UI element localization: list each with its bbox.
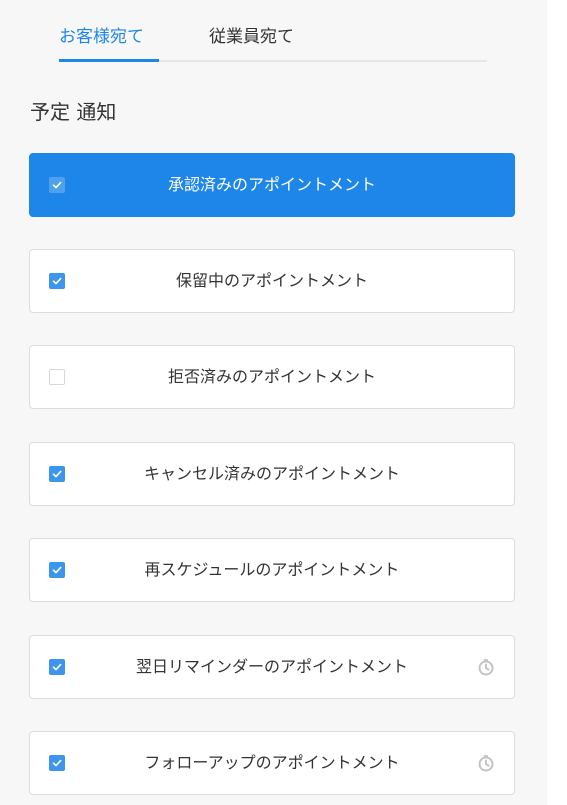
cancelled-checkbox[interactable] (49, 466, 65, 482)
cancelled-label: キャンセル済みのアポイントメント (143, 464, 400, 483)
tab-customers-label: お客様宛て (59, 27, 144, 47)
section-title: 予定 通知 (30, 100, 117, 124)
notification-item-rescheduled[interactable]: 再スケジュールのアポイントメント (29, 538, 515, 602)
rescheduled-checkbox[interactable] (49, 562, 65, 578)
tab-customers[interactable]: お客様宛て (59, 22, 159, 62)
notification-item-pending[interactable]: 保留中のアポイントメント (29, 249, 515, 313)
tab-employees-label: 従業員宛て (209, 27, 294, 47)
checkmark-icon (52, 566, 62, 574)
rescheduled-label: 再スケジュールのアポイントメント (144, 560, 400, 579)
rejected-label: 拒否済みのアポイントメント (167, 367, 376, 386)
notification-item-next-day-reminder[interactable]: 翌日リマインダーのアポイントメント (29, 635, 515, 699)
checkmark-icon (52, 277, 62, 285)
approved-label: 承認済みのアポイントメント (167, 175, 376, 194)
rejected-checkbox[interactable] (49, 369, 65, 385)
notification-item-rejected[interactable]: 拒否済みのアポイントメント (29, 345, 515, 409)
follow-up-checkbox[interactable] (49, 755, 65, 771)
pending-checkbox[interactable] (49, 273, 65, 289)
follow-up-label: フォローアップのアポイントメント (144, 753, 400, 772)
pending-label: 保留中のアポイントメント (175, 271, 368, 290)
next-day-reminder-checkbox[interactable] (49, 659, 65, 675)
recipient-tabs: お客様宛て 従業員宛て (59, 0, 487, 62)
active-tab-underline (59, 59, 159, 62)
approved-checkbox[interactable] (49, 177, 65, 193)
checkmark-icon (52, 181, 62, 189)
checkmark-icon (52, 470, 62, 478)
next-day-reminder-label: 翌日リマインダーのアポイントメント (135, 657, 408, 676)
notification-item-approved[interactable]: 承認済みのアポイントメント (29, 153, 515, 217)
checkmark-icon (52, 663, 62, 671)
notification-item-cancelled[interactable]: キャンセル済みのアポイントメント (29, 442, 515, 506)
timer-icon[interactable] (476, 753, 496, 773)
notification-item-follow-up[interactable]: フォローアップのアポイントメント (29, 731, 515, 795)
checkmark-icon (52, 759, 62, 767)
timer-icon[interactable] (476, 657, 496, 677)
tab-employees[interactable]: 従業員宛て (209, 22, 294, 47)
notification-settings-panel: お客様宛て 従業員宛て 予定 通知 承認済みのアポイントメント 保留中のアポイン… (0, 0, 547, 805)
